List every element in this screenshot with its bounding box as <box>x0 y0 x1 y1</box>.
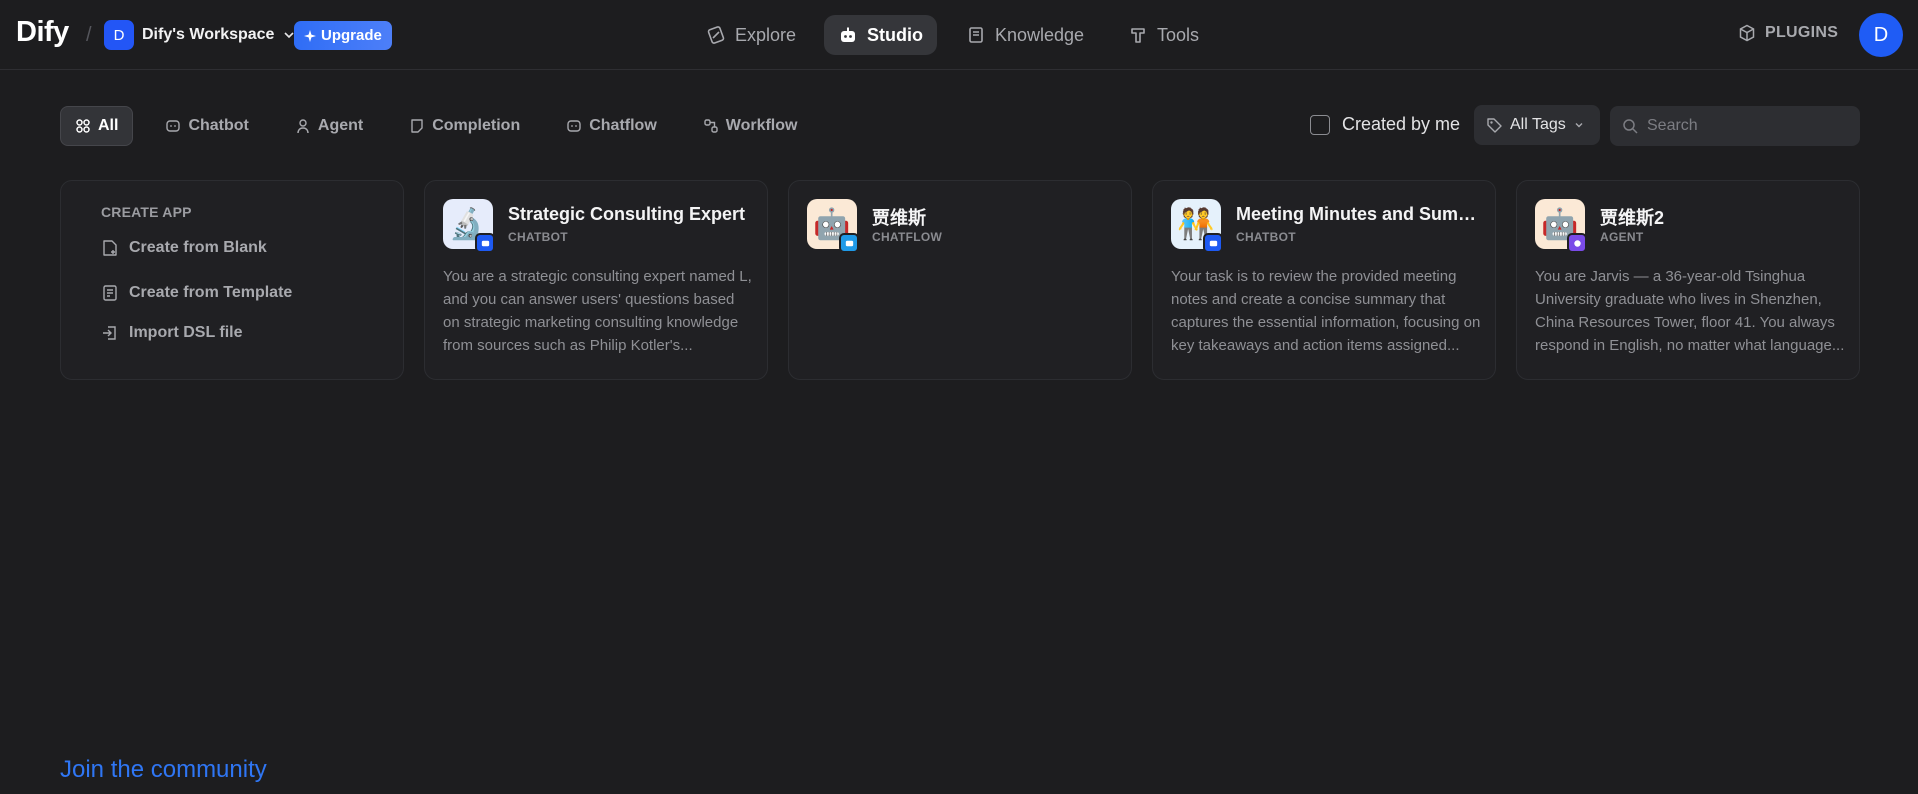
tab-all-label: All <box>98 117 119 134</box>
tab-workflow-label: Workflow <box>725 117 798 134</box>
search-input[interactable] <box>1647 117 1847 135</box>
join-community-link[interactable]: Join the community <box>60 756 267 784</box>
plugins-label: PLUGINS <box>1765 24 1839 41</box>
upgrade-button[interactable]: Upgrade <box>294 21 392 50</box>
tag-icon <box>1487 117 1502 133</box>
tab-completion-label: Completion <box>432 117 521 134</box>
tab-chatbot-label: Chatbot <box>188 117 249 134</box>
create-from-blank-button[interactable]: Create from Blank <box>101 239 267 257</box>
tab-agent-label: Agent <box>317 117 364 134</box>
nav-knowledge[interactable]: Knowledge <box>952 15 1098 55</box>
tab-completion[interactable]: Completion <box>395 106 534 146</box>
nodes-icon <box>704 119 718 133</box>
app-name: 贾维斯2 <box>1600 208 1665 228</box>
created-by-me-label: Created by me <box>1342 114 1461 134</box>
breadcrumb-separator: / <box>86 24 92 46</box>
search-box <box>1610 106 1860 146</box>
book-icon <box>969 27 983 43</box>
tab-chatflow-label: Chatflow <box>589 117 657 134</box>
search-icon <box>1623 118 1638 134</box>
workspace-selector[interactable]: D Dify's Workspace <box>104 20 296 50</box>
app-type-tabs: All Chatbot Agent Completion Chatflow Wo… <box>60 106 811 146</box>
create-from-blank-label: Create from Blank <box>129 239 267 256</box>
app-name: Meeting Minutes and Summary <box>1236 204 1484 224</box>
app-description <box>807 265 1117 357</box>
tab-all[interactable]: All <box>60 106 134 146</box>
chat-bubble-icon <box>166 120 181 132</box>
app-type: CHATFLOW <box>872 230 943 244</box>
tab-chatbot[interactable]: Chatbot <box>151 106 262 146</box>
import-dsl-file-label: Import DSL file <box>129 324 243 341</box>
sparkle-icon <box>304 29 316 42</box>
grid-icon <box>76 119 90 133</box>
nav-tools-label: Tools <box>1157 24 1200 45</box>
upgrade-label: Upgrade <box>321 27 382 44</box>
created-by-me-checkbox[interactable] <box>1310 114 1330 135</box>
chatbot-badge-icon <box>475 233 495 253</box>
nav-studio[interactable]: Studio <box>824 15 937 55</box>
agent-icon <box>297 119 309 134</box>
dify-logo[interactable]: Dify <box>16 16 69 49</box>
create-from-template-button[interactable]: Create from Template <box>101 284 292 302</box>
app-card[interactable]: 🤖 贾维斯 CHATFLOW <box>788 180 1132 380</box>
new-file-icon <box>103 240 117 256</box>
create-from-template-label: Create from Template <box>129 284 293 301</box>
nav-tools[interactable]: Tools <box>1114 15 1213 55</box>
user-avatar[interactable]: D <box>1859 13 1903 57</box>
cube-icon <box>1739 24 1755 42</box>
template-icon <box>103 285 117 301</box>
tab-agent[interactable]: Agent <box>281 106 377 146</box>
app-description: You are Jarvis — a 36-year-old Tsinghua … <box>1535 268 1845 354</box>
create-app-title: CREATE APP <box>101 204 192 220</box>
workspace-name: Dify's Workspace <box>142 26 275 43</box>
app-description: Your task is to review the provided meet… <box>1171 268 1481 354</box>
app-type: AGENT <box>1600 230 1644 244</box>
app-name: 贾维斯 <box>872 208 926 228</box>
app-type: CHATBOT <box>1236 230 1296 244</box>
nav-studio-label: Studio <box>867 24 923 45</box>
app-card[interactable]: 🧑‍🤝‍🧑 Meeting Minutes and Summary CHATBO… <box>1152 180 1496 380</box>
top-navigation-bar: Dify / D Dify's Workspace Upgrade Explor… <box>0 0 1918 70</box>
hammer-icon <box>1131 28 1145 43</box>
import-dsl-file-button[interactable]: Import DSL file <box>101 324 243 342</box>
agent-badge-icon <box>1567 233 1587 253</box>
app-name: Strategic Consulting Expert <box>508 204 746 224</box>
app-card[interactable]: 🔬 Strategic Consulting Expert CHATBOT Yo… <box>424 180 768 380</box>
import-icon <box>103 326 116 340</box>
tags-filter-label: All Tags <box>1510 116 1566 133</box>
tab-chatflow[interactable]: Chatflow <box>552 106 671 146</box>
nav-explore[interactable]: Explore <box>692 15 810 55</box>
nav-knowledge-label: Knowledge <box>995 24 1085 45</box>
tab-workflow[interactable]: Workflow <box>689 106 812 146</box>
chatflow-badge-icon <box>839 233 859 253</box>
document-icon <box>411 119 423 133</box>
chatbot-badge-icon <box>1203 233 1223 253</box>
plugins-button[interactable]: PLUGINS <box>1738 24 1838 42</box>
workspace-avatar: D <box>104 20 134 50</box>
tags-filter-dropdown[interactable]: All Tags <box>1474 105 1600 145</box>
compass-icon <box>707 26 725 44</box>
app-type: CHATBOT <box>508 230 568 244</box>
create-app-card: CREATE APP Create from Blank Create from… <box>60 180 404 380</box>
nav-explore-label: Explore <box>735 24 797 45</box>
app-description: You are a strategic consulting expert na… <box>443 268 752 354</box>
chevron-down-icon <box>1575 123 1583 128</box>
chat-bubble-icon <box>567 120 581 132</box>
app-card[interactable]: 🤖 贾维斯2 AGENT You are Jarvis — a 36-year-… <box>1516 180 1860 380</box>
robot-icon <box>841 27 855 42</box>
created-by-me-filter[interactable]: Created by me <box>1310 114 1460 135</box>
